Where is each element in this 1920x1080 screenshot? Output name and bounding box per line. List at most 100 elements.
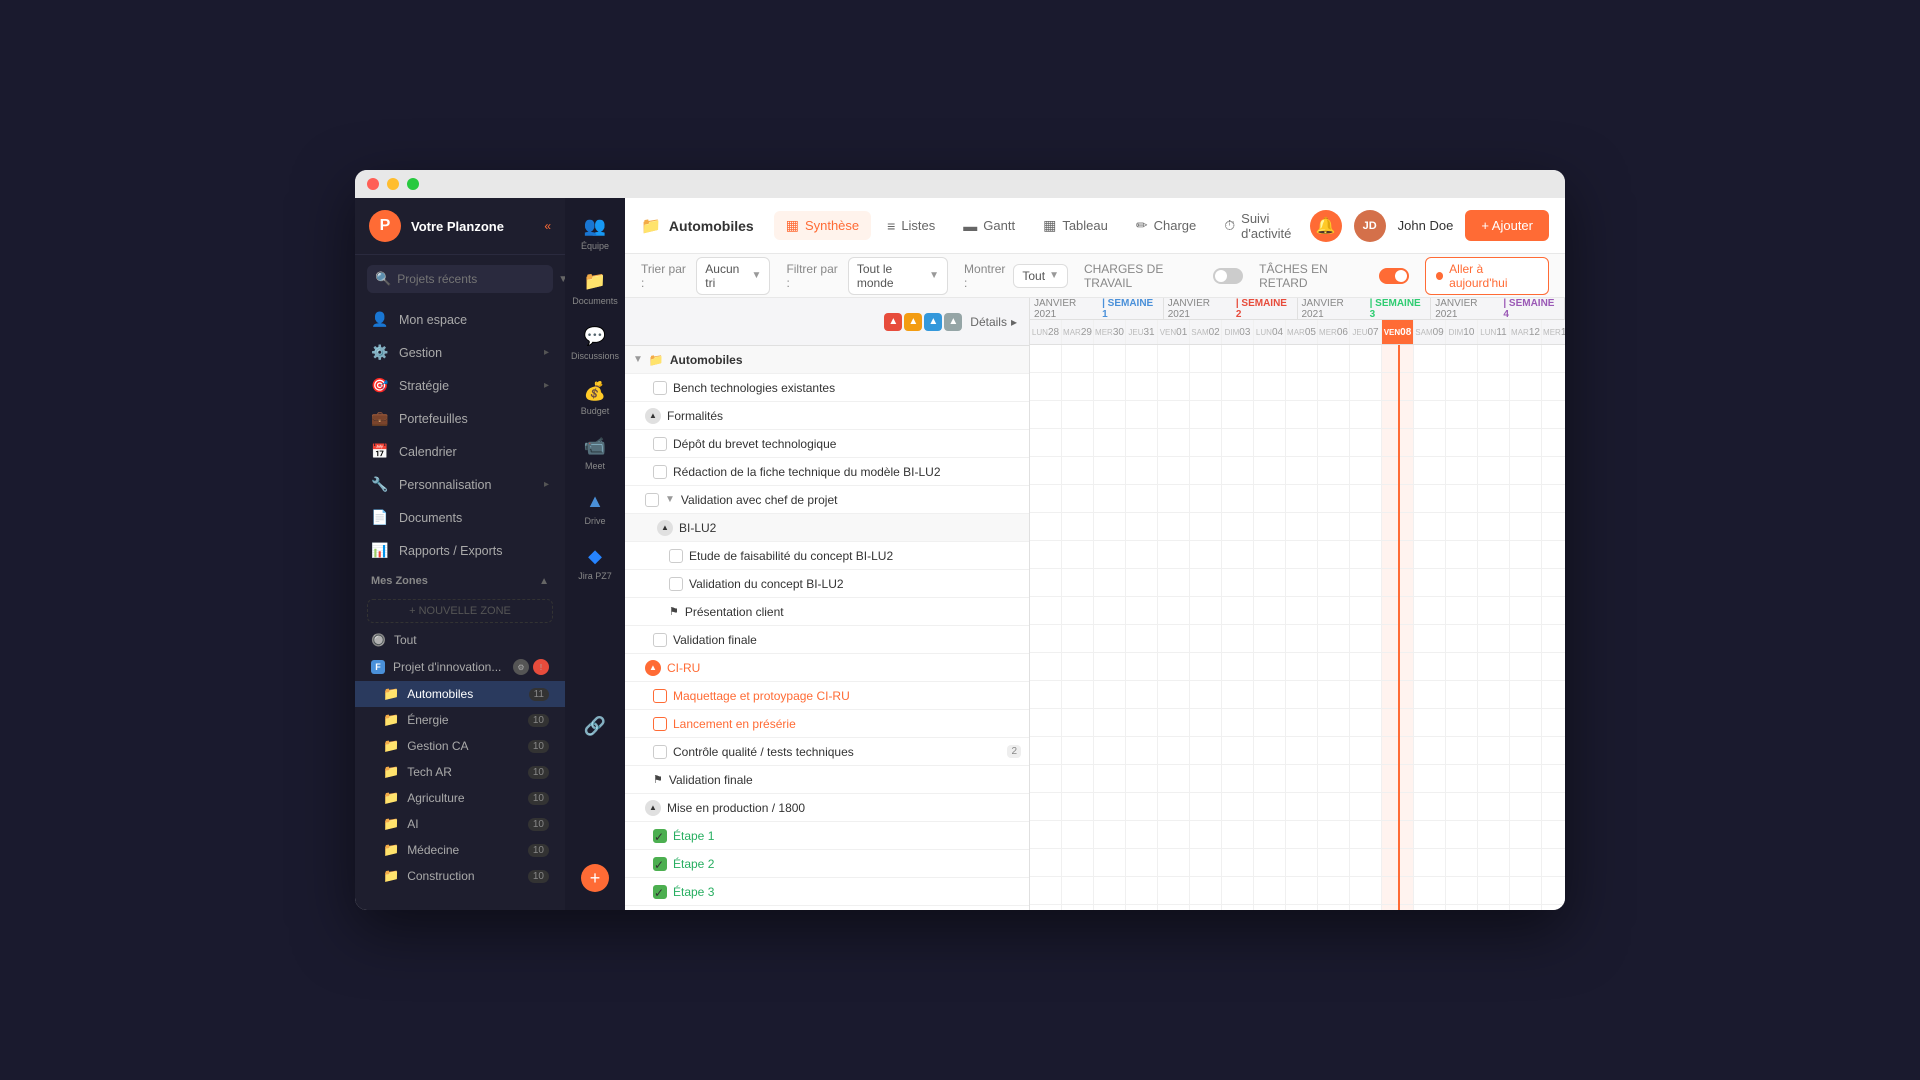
taches-toggle[interactable]	[1379, 268, 1409, 284]
tab-label: Listes	[901, 218, 935, 233]
gantt-cell	[1510, 849, 1542, 876]
add-button[interactable]: + Ajouter	[1465, 210, 1549, 241]
collapse-icon[interactable]: «	[544, 219, 551, 233]
tab-suivi[interactable]: ⏱ Suivi d'activité	[1212, 205, 1309, 247]
task-checkbox[interactable]	[645, 493, 659, 507]
task-checkbox[interactable]	[653, 689, 667, 703]
add-label: + Ajouter	[1481, 218, 1533, 233]
sidebar-folder-energie[interactable]: 📁 Énergie 10	[355, 707, 565, 733]
sidebar-folder-tech-ar[interactable]: 📁 Tech AR 10	[355, 759, 565, 785]
sidebar-item-gestion[interactable]: ⚙️ Gestion ▸	[355, 336, 565, 369]
task-checkbox[interactable]: ✓	[653, 885, 667, 899]
tab-synthese[interactable]: ▦ Synthèse	[774, 211, 871, 240]
quick-jira[interactable]: ◆ Jira PZ7	[569, 538, 621, 589]
task-checkbox[interactable]	[653, 633, 667, 647]
task-checkbox[interactable]: ✓	[653, 857, 667, 871]
project-item[interactable]: F Projet d'innovation... ⚙ !	[355, 653, 565, 681]
section-collapse-icon[interactable]: ▲	[645, 408, 661, 424]
gantt-cell	[1222, 401, 1254, 428]
zones-collapse-icon[interactable]: ▲	[539, 576, 549, 587]
sidebar-folder-medecine[interactable]: 📁 Médecine 10	[355, 837, 565, 863]
maximize-button[interactable]	[407, 178, 419, 190]
filter-select[interactable]: Tout le monde ▼	[848, 257, 948, 295]
gantt-cell	[1350, 793, 1382, 820]
sidebar-item-strategie[interactable]: 🎯 Stratégie ▸	[355, 369, 565, 402]
week-month: JANVIER 2021	[1168, 298, 1232, 320]
project-search[interactable]: 🔍 ▼	[367, 265, 553, 293]
gear-icon: ⚙️	[371, 344, 389, 361]
task-checkbox[interactable]	[653, 381, 667, 395]
sidebar-item-mon-espace[interactable]: 👤 Mon espace	[355, 303, 565, 336]
gantt-cell	[1254, 793, 1286, 820]
quick-drive[interactable]: ▲ Drive	[569, 483, 621, 534]
sidebar-item-documents[interactable]: 📄 Documents	[355, 501, 565, 534]
gantt-cell	[1446, 625, 1478, 652]
folder-row-automobiles: ▼ 📁 Automobiles	[625, 346, 1029, 374]
expand-icon[interactable]: ▼	[665, 494, 675, 505]
notification-button[interactable]: 🔔	[1310, 210, 1342, 242]
folder-icon: 📁	[649, 353, 664, 367]
task-checkbox[interactable]	[653, 717, 667, 731]
section-collapse-icon[interactable]: ▲	[645, 660, 661, 676]
sidebar-folder-ai[interactable]: 📁 AI 10	[355, 811, 565, 837]
sidebar-item-rapports[interactable]: 📊 Rapports / Exports	[355, 534, 565, 567]
quick-budget[interactable]: 💰 Budget	[569, 373, 621, 424]
gantt-cell	[1350, 765, 1382, 792]
task-name: Validation finale	[673, 633, 1021, 647]
search-input[interactable]	[397, 272, 552, 286]
gantt-cell	[1286, 849, 1318, 876]
briefcase-icon: 💼	[371, 410, 389, 427]
tab-gantt[interactable]: ▬ Gantt	[951, 212, 1027, 240]
task-checkbox[interactable]	[653, 745, 667, 759]
gantt-cell	[1542, 373, 1565, 400]
tab-charge[interactable]: ✏ Charge	[1124, 211, 1208, 240]
gantt-cell	[1158, 457, 1190, 484]
close-button[interactable]	[367, 178, 379, 190]
sidebar-folder-gestion-ca[interactable]: 📁 Gestion CA 10	[355, 733, 565, 759]
minimize-button[interactable]	[387, 178, 399, 190]
quick-equipe[interactable]: 👥 Équipe	[569, 208, 621, 259]
new-zone-label: + NOUVELLE ZONE	[409, 605, 511, 617]
quick-link[interactable]: 🔗	[569, 708, 621, 745]
gantt-cell	[1286, 625, 1318, 652]
sidebar-item-portefeuilles[interactable]: 💼 Portefeuilles	[355, 402, 565, 435]
quick-add-button[interactable]: +	[581, 864, 609, 892]
quick-meet[interactable]: 📹 Meet	[569, 428, 621, 479]
sort-select[interactable]: Aucun tri ▼	[696, 257, 770, 295]
new-zone-button[interactable]: + NOUVELLE ZONE	[367, 599, 553, 623]
quick-discussions[interactable]: 💬 Discussions	[569, 318, 621, 369]
gantt-cell	[1126, 849, 1158, 876]
task-checkbox[interactable]: ✓	[653, 829, 667, 843]
gantt-cell	[1414, 513, 1446, 540]
task-checkbox[interactable]	[653, 437, 667, 451]
task-checkbox[interactable]	[669, 577, 683, 591]
gantt-chart[interactable]: JANVIER 2021 | SEMAINE 1 JANVIER 2021 | …	[1030, 298, 1565, 910]
section-collapse-icon[interactable]: ▲	[657, 520, 673, 536]
expand-icon[interactable]: ▼	[633, 354, 643, 365]
sidebar-folder-agriculture[interactable]: 📁 Agriculture 10	[355, 785, 565, 811]
sidebar-item-calendrier[interactable]: 📅 Calendrier	[355, 435, 565, 468]
show-select[interactable]: Tout ▼	[1013, 264, 1068, 288]
sidebar-item-personnalisation[interactable]: 🔧 Personnalisation ▸	[355, 468, 565, 501]
gantt-cell	[1094, 569, 1126, 596]
task-checkbox[interactable]	[669, 549, 683, 563]
sort-arrow-icon: ▼	[752, 270, 762, 281]
gantt-cell	[1158, 345, 1190, 372]
task-checkbox[interactable]	[653, 465, 667, 479]
gantt-cell	[1254, 485, 1286, 512]
gantt-cell	[1190, 513, 1222, 540]
video-icon: 📹	[584, 436, 606, 457]
quick-access-panel: 👥 Équipe 📁 Documents 💬 Discussions 💰 Bud…	[565, 198, 625, 910]
gantt-cell	[1350, 877, 1382, 904]
charges-toggle[interactable]	[1213, 268, 1243, 284]
today-button[interactable]: Aller à aujourd'hui	[1425, 257, 1549, 295]
tab-tableau[interactable]: ▦ Tableau	[1031, 211, 1120, 240]
details-button[interactable]: Détails ▸	[970, 315, 1017, 329]
quick-documents[interactable]: 📁 Documents	[569, 263, 621, 314]
sidebar-folder-automobiles[interactable]: 📁 Automobiles 11	[355, 681, 565, 707]
sidebar-item-tout[interactable]: 🔘 Tout	[355, 627, 565, 653]
gantt-row	[1030, 541, 1565, 569]
section-collapse-icon[interactable]: ▲	[645, 800, 661, 816]
sidebar-folder-construction[interactable]: 📁 Construction 10	[355, 863, 565, 889]
tab-listes[interactable]: ≡ Listes	[875, 212, 947, 240]
